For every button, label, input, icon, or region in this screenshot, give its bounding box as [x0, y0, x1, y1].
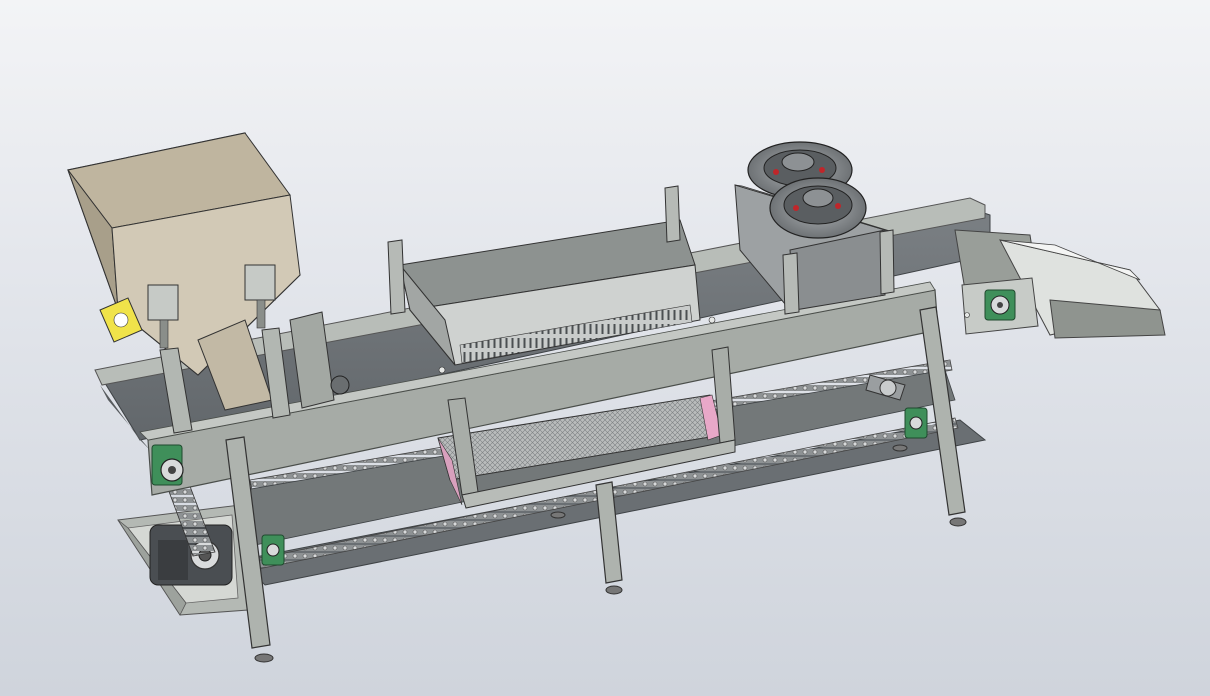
fan-post-right	[879, 229, 895, 295]
right-bearing	[984, 289, 1016, 321]
fan-post-left	[782, 252, 800, 315]
conveyor-machine-model	[67, 132, 1166, 663]
tunnel-post-right	[664, 185, 681, 243]
hopper-gate-wheel	[330, 375, 350, 395]
tunnel-post-left	[387, 239, 406, 315]
cad-viewport[interactable]	[0, 0, 1210, 696]
left-upper-bearing	[151, 444, 184, 486]
left-lower-bearing	[261, 534, 285, 566]
right-lower-bearing	[904, 407, 928, 439]
fan-2	[769, 177, 867, 239]
